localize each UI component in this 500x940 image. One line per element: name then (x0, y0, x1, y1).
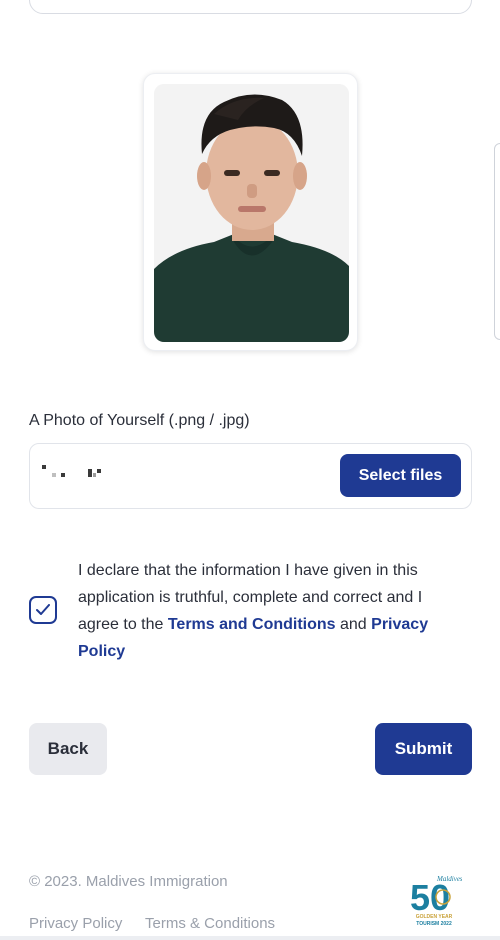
bottom-bar (0, 936, 500, 940)
logo-graphic: Maldives 50 GOLDEN YEAR TOURISM 2022 (410, 875, 463, 927)
back-button[interactable]: Back (29, 723, 107, 775)
submit-button[interactable]: Submit (375, 723, 472, 775)
previous-input-field[interactable] (29, 0, 472, 14)
footer-terms-link[interactable]: Terms & Conditions (145, 915, 275, 932)
check-icon (36, 604, 50, 615)
copyright-text: © 2023. Maldives Immigration (29, 873, 228, 890)
uploaded-photo (154, 84, 349, 342)
logo-number: 50 (410, 877, 450, 918)
logo-line2: TOURISM 2022 (416, 921, 452, 927)
select-files-button[interactable]: Select files (340, 454, 461, 497)
terms-and-conditions-link[interactable]: Terms and Conditions (168, 616, 336, 633)
photo-preview-card (143, 73, 358, 351)
golden-year-tourism-logo: Maldives 50 GOLDEN YEAR TOURISM 2022 (407, 872, 463, 930)
offscreen-card-edge (494, 143, 500, 340)
declaration-and: and (335, 616, 372, 633)
uploaded-file-name-redacted (40, 463, 110, 479)
photo-upload-label: A Photo of Yourself (.png / .jpg) (29, 412, 250, 429)
portrait-image (154, 84, 349, 342)
footer-privacy-policy-link[interactable]: Privacy Policy (29, 915, 122, 932)
declaration-text: I declare that the information I have gi… (78, 557, 458, 665)
declaration-checkbox[interactable] (29, 596, 57, 624)
logo-line1: GOLDEN YEAR (416, 914, 453, 920)
